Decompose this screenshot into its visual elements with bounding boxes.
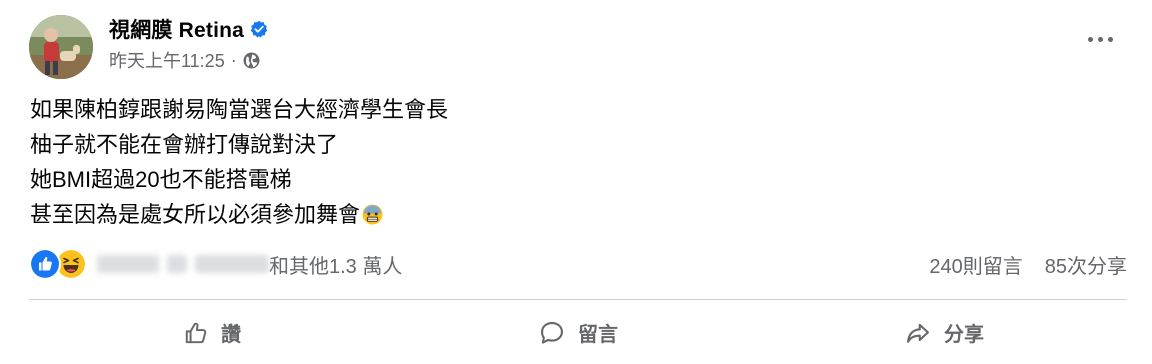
share-button[interactable]: 分享 bbox=[761, 305, 1127, 360]
engagement-counts: 240則留言 85次分享 bbox=[929, 250, 1127, 279]
like-reaction-icon bbox=[29, 248, 61, 280]
globe-icon[interactable] bbox=[243, 52, 260, 69]
shares-count[interactable]: 85次分享 bbox=[1045, 250, 1127, 279]
page-name[interactable]: 視網膜 Retina bbox=[109, 14, 244, 44]
share-arrow-icon bbox=[907, 323, 929, 343]
divider bbox=[29, 299, 1127, 300]
post-timestamp[interactable]: 昨天上午11:25 bbox=[109, 47, 225, 73]
page-avatar[interactable] bbox=[29, 15, 93, 79]
reactions-summary[interactable]: 和其他1.3 萬人 bbox=[29, 247, 402, 281]
blurred-name bbox=[195, 255, 269, 273]
reactions-others-count: 和其他1.3 萬人 bbox=[269, 255, 403, 278]
like-button[interactable]: 讚 bbox=[29, 305, 395, 360]
blurred-separator bbox=[167, 255, 187, 273]
comment-bubble-icon bbox=[541, 321, 563, 344]
post-line-text: 甚至因為是處女所以必須參加舞會 bbox=[30, 202, 361, 227]
post-line: 柚子就不能在會辦打傳說對決了 bbox=[30, 132, 339, 157]
comment-button[interactable]: 留言 bbox=[395, 305, 761, 360]
verified-badge-icon bbox=[250, 20, 268, 38]
post-line-last: 甚至因為是處女所以必須參加舞會 bbox=[30, 197, 448, 232]
meta-separator: · bbox=[230, 49, 237, 70]
more-options-icon[interactable] bbox=[1082, 26, 1118, 52]
share-label: 分享 bbox=[944, 324, 984, 346]
reactions-text: 和其他1.3 萬人 bbox=[97, 250, 402, 279]
post-line: 如果陳柏錞跟謝易陶當選台大經濟學生會長 bbox=[30, 97, 449, 122]
post-line: 她BMI超過20也不能搭電梯 bbox=[30, 167, 292, 192]
comment-label: 留言 bbox=[578, 324, 618, 346]
blurred-name bbox=[97, 255, 159, 273]
comments-count[interactable]: 240則留言 bbox=[929, 250, 1022, 279]
anxious-face-emoji bbox=[362, 204, 383, 225]
thumbs-up-icon bbox=[185, 322, 207, 343]
facebook-post: 視網膜 Retina 昨天上午11:25 · 如果陳柏錞跟謝易陶當選台大經濟學生… bbox=[0, 0, 1152, 364]
page-name-row: 視網膜 Retina bbox=[109, 14, 268, 44]
post-action-bar: 讚 留言 分享 bbox=[29, 305, 1127, 360]
post-meta: 昨天上午11:25 · bbox=[109, 47, 260, 73]
post-body: 如果陳柏錞跟謝易陶當選台大經濟學生會長 柚子就不能在會辦打傳說對決了 她BMI超… bbox=[30, 92, 448, 232]
like-label: 讚 bbox=[221, 324, 241, 346]
